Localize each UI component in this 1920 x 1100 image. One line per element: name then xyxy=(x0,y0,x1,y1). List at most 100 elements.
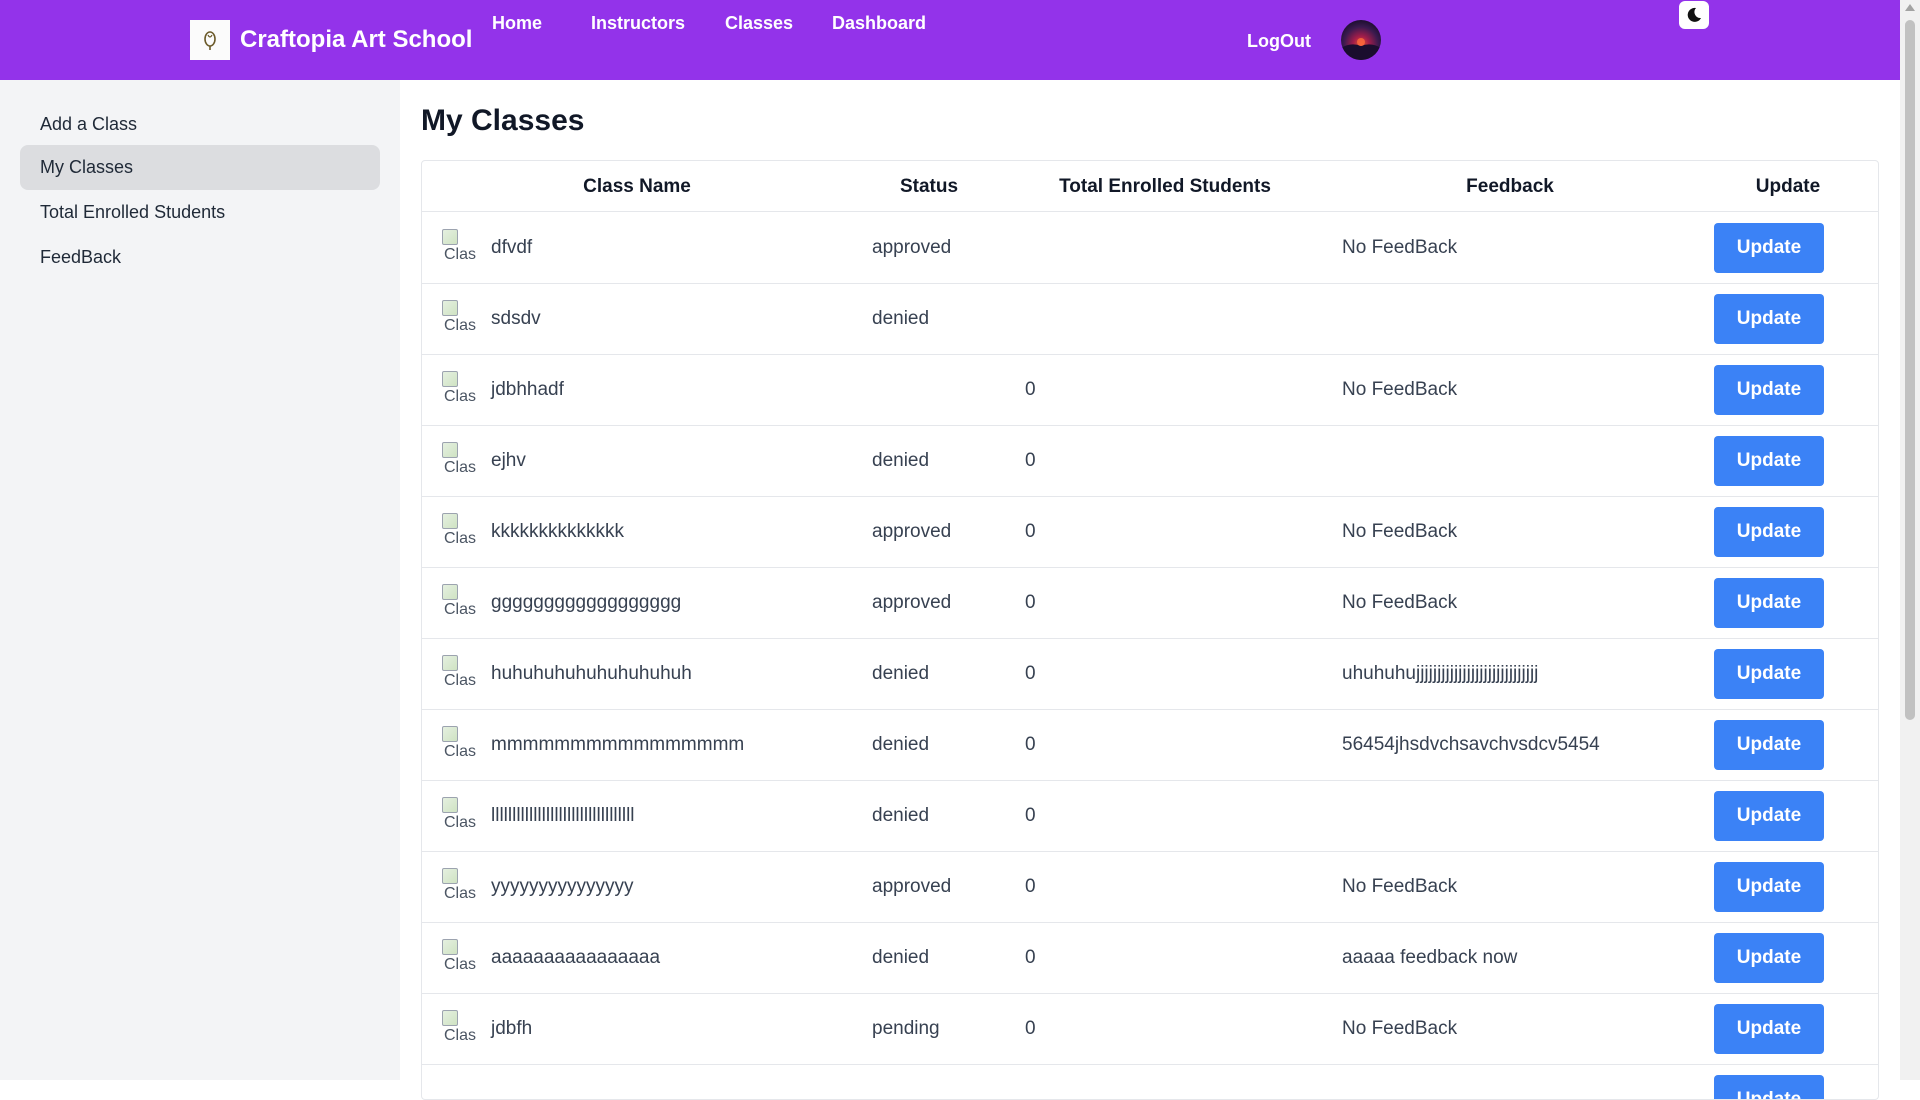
nav-classes[interactable]: Classes xyxy=(725,13,793,34)
class-image-alt: Clas xyxy=(444,246,477,263)
class-image-alt: Clas xyxy=(444,1027,477,1044)
class-image-broken-icon: Clas xyxy=(442,726,478,764)
update-button[interactable]: Update xyxy=(1714,365,1824,415)
update-button[interactable]: Update xyxy=(1714,1004,1824,1054)
class-enrolled-count: 0 xyxy=(1025,1018,1036,1039)
class-name: yyyyyyyyyyyyyyy xyxy=(491,876,634,897)
class-status: denied xyxy=(872,450,930,471)
table-row: Clas jdbhhadf 0 No FeedBack Update xyxy=(422,355,1878,426)
class-feedback: No FeedBack xyxy=(1342,1018,1458,1039)
class-feedback: No FeedBack xyxy=(1342,237,1458,258)
class-name: llllllllllllllllllllllllllllllllll xyxy=(491,805,635,826)
class-image-alt: Clas xyxy=(444,743,477,760)
page-title: My Classes xyxy=(421,104,585,137)
scrollbar-thumb[interactable] xyxy=(1905,20,1915,720)
class-image-broken-icon: Clas xyxy=(442,868,478,906)
class-name: aaaaaaaaaaaaaaaa xyxy=(491,947,661,968)
table-row: Clas huhuhuhuhuhuhuhuhuh denied 0 uhuhuhujjj… xyxy=(422,639,1878,710)
class-name: gggggggggggggggggg xyxy=(491,592,682,613)
broken-image-icon xyxy=(442,229,458,245)
broken-image-icon xyxy=(442,513,458,529)
class-enrolled-count: 0 xyxy=(1025,876,1036,897)
table-row: Clas kkkkkkkkkkkkkk approved 0 No FeedBack Up… xyxy=(422,497,1878,568)
theme-toggle[interactable] xyxy=(1679,1,1709,29)
table-row: Clas dfvdf approved No FeedBack Update xyxy=(422,213,1878,284)
class-status: denied xyxy=(872,734,930,755)
broken-image-icon xyxy=(442,584,458,600)
table-row: Clas aaaaaaaaaaaaaaaa denied 0 aaaaa feedbac… xyxy=(422,923,1878,994)
update-button[interactable]: Update xyxy=(1714,862,1824,912)
logo-icon[interactable] xyxy=(190,20,230,60)
update-button[interactable]: Update xyxy=(1714,791,1824,841)
nav-dashboard[interactable]: Dashboard xyxy=(832,13,926,34)
classes-table: Class Name Status Total Enrolled Student… xyxy=(421,160,1879,1100)
update-button[interactable]: Update xyxy=(1714,578,1824,628)
header-feedback: Feedback xyxy=(1466,176,1554,197)
class-status: approved xyxy=(872,592,952,613)
class-name: huhuhuhuhuhuhuhuhuh xyxy=(491,663,692,684)
header-class-name: Class Name xyxy=(583,176,691,197)
class-feedback: No FeedBack xyxy=(1342,379,1458,400)
broken-image-icon xyxy=(442,797,458,813)
update-button[interactable]: Update xyxy=(1714,294,1824,344)
class-image-broken-icon: Clas xyxy=(442,229,478,267)
class-image-alt: Clas xyxy=(444,672,477,689)
class-image-alt: Clas xyxy=(444,388,477,405)
class-feedback: aaaaa feedback now xyxy=(1342,947,1518,968)
avatar[interactable] xyxy=(1341,20,1381,60)
class-image-broken-icon: Clas xyxy=(442,513,478,551)
sidebar-item-feedback[interactable]: FeedBack xyxy=(20,235,380,280)
update-button[interactable]: Update xyxy=(1714,223,1824,273)
sidebar-item-my-classes[interactable]: My Classes xyxy=(20,145,380,190)
class-name: ejhv xyxy=(491,450,526,471)
class-status: approved xyxy=(872,237,952,258)
class-image-broken-icon: Clas xyxy=(442,939,478,977)
class-image-broken-icon: Clas xyxy=(442,371,478,409)
class-image-broken-icon: Clas xyxy=(442,655,478,693)
sidebar-item-total-enrolled[interactable]: Total Enrolled Students xyxy=(20,190,380,235)
scroll-up-arrow-icon[interactable] xyxy=(1905,4,1915,11)
update-button[interactable]: Update xyxy=(1714,933,1824,983)
brand-name[interactable]: Craftopia Art School xyxy=(240,26,472,54)
class-image-alt: Clas xyxy=(444,956,477,973)
class-name: jdbhhadf xyxy=(491,379,564,400)
update-button[interactable]: Update xyxy=(1714,649,1824,699)
broken-image-icon xyxy=(442,371,458,387)
nav-instructors[interactable]: Instructors xyxy=(591,13,685,34)
update-button[interactable]: Update xyxy=(1714,507,1824,557)
class-status: pending xyxy=(872,1018,940,1039)
table-row: Clas ejhv denied 0 Update xyxy=(422,426,1878,497)
table-header: Class Name Status Total Enrolled Student… xyxy=(422,161,1878,212)
update-button[interactable]: Update xyxy=(1714,720,1824,770)
broken-image-icon xyxy=(442,726,458,742)
table-row: Clas jdbfh pending 0 No FeedBack Update xyxy=(422,994,1878,1065)
broken-image-icon xyxy=(442,442,458,458)
class-image-alt: Clas xyxy=(444,885,477,902)
broken-image-icon xyxy=(442,1010,458,1026)
sidebar-item-add-class[interactable]: Add a Class xyxy=(20,102,380,147)
table-row: Clas llllllllllllllllllllllllllllllllll de… xyxy=(422,781,1878,852)
class-name: dfvdf xyxy=(491,237,533,258)
class-image-alt: Clas xyxy=(444,459,477,476)
class-status: approved xyxy=(872,521,952,542)
table-row: Update xyxy=(422,1065,1878,1099)
class-name: sdsdv xyxy=(491,308,541,329)
class-status: denied xyxy=(872,947,930,968)
class-feedback: No FeedBack xyxy=(1342,592,1458,613)
class-image-broken-icon: Clas xyxy=(442,442,478,480)
class-image-broken-icon: Clas xyxy=(442,584,478,622)
class-image-alt: Clas xyxy=(444,601,477,618)
logout-button[interactable]: LogOut xyxy=(1247,31,1311,52)
table-row: Clas sdsdv denied Update xyxy=(422,284,1878,355)
class-feedback: uhuhuhujjjjjjjjjjjjjjjjjjjjjjjjjjjjj xyxy=(1342,663,1539,684)
update-button[interactable]: Update xyxy=(1714,436,1824,486)
top-navbar: Craftopia Art School Home Instructors Cl… xyxy=(0,0,1900,80)
class-enrolled-count: 0 xyxy=(1025,450,1036,471)
update-button[interactable]: Update xyxy=(1714,1075,1824,1099)
header-total-enrolled: Total Enrolled Students xyxy=(1059,176,1271,197)
page-scrollbar[interactable] xyxy=(1900,0,1920,1080)
header-update: Update xyxy=(1755,176,1821,197)
nav-home[interactable]: Home xyxy=(492,13,542,34)
class-image-alt: Clas xyxy=(444,530,477,547)
avatar-image xyxy=(1341,38,1381,60)
